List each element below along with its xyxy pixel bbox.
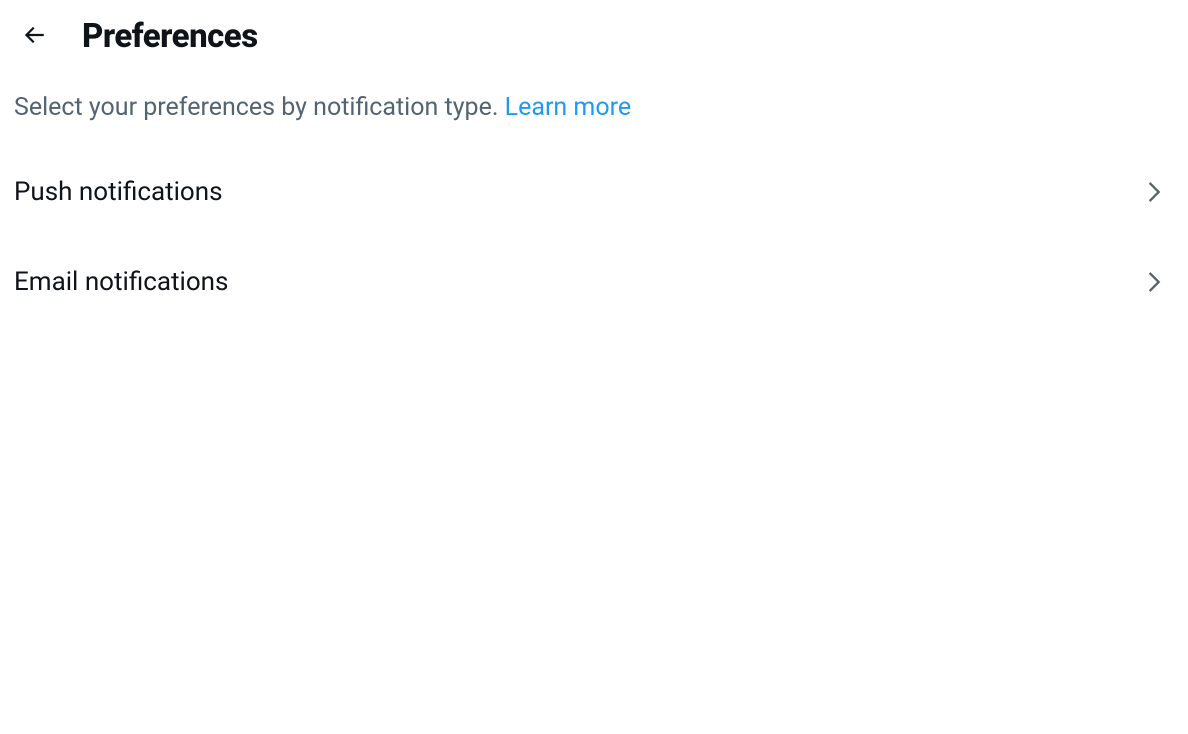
arrow-left-icon	[21, 22, 47, 51]
description-plain: Select your preferences by notification …	[14, 93, 505, 122]
push-notifications-item[interactable]: Push notifications	[0, 147, 1188, 237]
learn-more-link[interactable]: Learn more	[505, 93, 631, 122]
email-notifications-item[interactable]: Email notifications	[0, 237, 1188, 327]
page-title: Preferences	[82, 17, 258, 56]
header: Preferences	[0, 0, 1188, 72]
chevron-right-icon	[1140, 178, 1168, 206]
back-button[interactable]	[14, 16, 54, 56]
description-text: Select your preferences by notification …	[0, 72, 1188, 147]
chevron-right-icon	[1140, 268, 1168, 296]
list-item-label: Push notifications	[14, 177, 223, 207]
list-item-label: Email notifications	[14, 267, 228, 297]
